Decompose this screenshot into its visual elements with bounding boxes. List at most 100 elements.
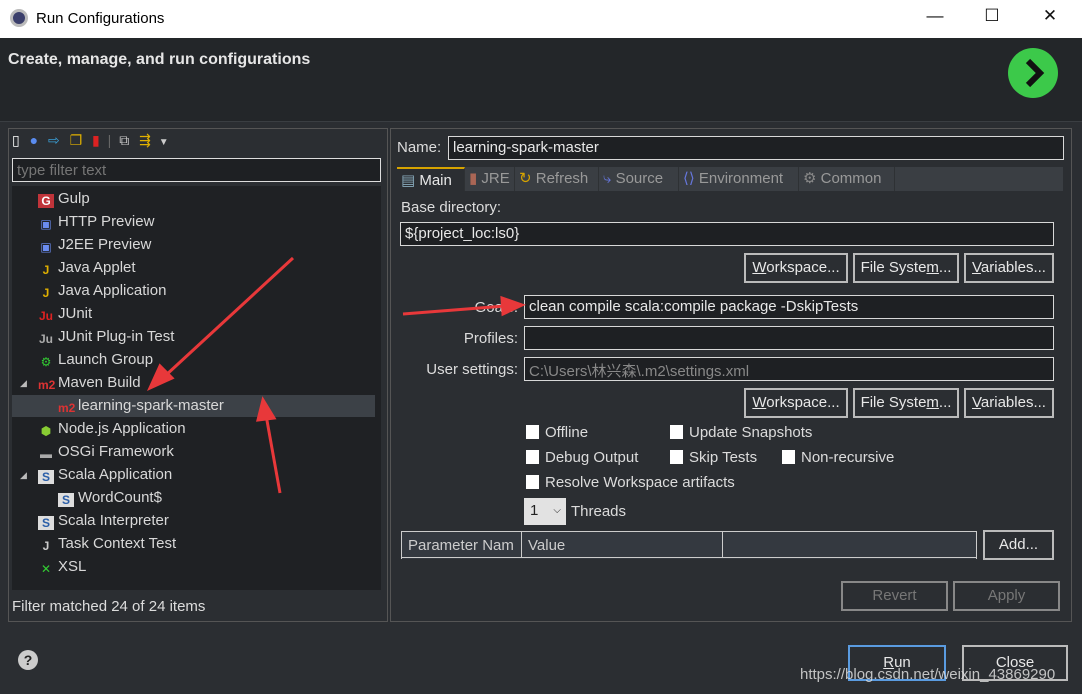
tree-item[interactable]: m2 learning-spark-master — [12, 395, 375, 417]
tab-common[interactable]: ⚙ Common — [799, 167, 895, 191]
offline-checkbox[interactable]: Offline — [526, 424, 588, 442]
minimize-button[interactable]: — — [915, 6, 955, 32]
common-tab-icon: ⚙ — [803, 170, 821, 187]
tab-jre[interactable]: ▮ JRE — [465, 167, 515, 191]
new-prototype-icon[interactable]: ● — [30, 132, 38, 148]
filesystem-button-1[interactable]: File System... — [853, 253, 959, 283]
xsl-icon: ✕ — [40, 562, 52, 576]
tree-item[interactable]: ⚙ Launch Group — [38, 349, 153, 371]
tree-item[interactable]: S Scala Interpreter — [38, 510, 169, 532]
apply-button[interactable]: Apply — [953, 581, 1060, 611]
tree-item-label: OSGi Framework — [58, 443, 174, 460]
export-icon[interactable]: ⇨ — [48, 132, 60, 148]
tab-source[interactable]: ⤷ Source — [599, 167, 679, 191]
parameters-table[interactable]: Parameter Nam Value — [401, 531, 977, 559]
main-tab-icon: ▤ — [401, 172, 420, 189]
tree-item[interactable]: S WordCount$ — [58, 487, 162, 509]
tree-item-label: Scala Interpreter — [58, 512, 169, 529]
user-settings-input[interactable]: C:\Users\林兴森\.m2\settings.xml — [524, 357, 1054, 381]
tree-item-label: XSL — [58, 558, 87, 575]
goals-input[interactable]: clean compile scala:compile package -Dsk… — [524, 295, 1054, 319]
tree-item-label: Task Context Test — [58, 535, 177, 552]
tree-item-label: learning-spark-master — [78, 397, 224, 414]
collapse-all-icon[interactable]: ⧉ — [119, 132, 129, 148]
tree-item[interactable]: ▣ HTTP Preview — [38, 211, 154, 233]
add-button[interactable]: Add... — [983, 530, 1054, 560]
dropdown-icon[interactable]: ▼ — [159, 137, 169, 148]
tree-item[interactable]: ▬ OSGi Framework — [38, 441, 174, 463]
tree-item-label: Launch Group — [58, 351, 154, 368]
tree-item[interactable]: J Java Application — [38, 280, 167, 302]
non-recursive-checkbox[interactable]: Non-recursive — [782, 449, 894, 467]
gulp-icon: G — [38, 194, 54, 208]
tree-item-label: Node.js Application — [58, 420, 186, 437]
base-dir-label: Base directory: — [401, 199, 502, 216]
profiles-input[interactable] — [524, 326, 1054, 350]
update-snapshots-checkbox[interactable]: Update Snapshots — [670, 424, 812, 442]
base-dir-input[interactable]: ${project_loc:ls0} — [400, 222, 1054, 246]
resolve-workspace-checkbox[interactable]: Resolve Workspace artifacts — [526, 474, 735, 492]
tree-item-label: WordCount$ — [78, 489, 162, 506]
preview-icon: ▣ — [40, 217, 52, 231]
filter-icon[interactable]: ⇶ — [139, 132, 151, 148]
tree-item[interactable]: Ju JUnit Plug-in Test — [38, 326, 174, 348]
expand-toggle-icon[interactable]: ◢ — [20, 470, 27, 481]
debug-output-checkbox[interactable]: Debug Output — [526, 449, 638, 467]
tree-item[interactable]: ⬢ Node.js Application — [38, 418, 186, 440]
tree-toolbar: ▯ ● ⇨ ❐ ▮ | ⧉ ⇶ ▼ — [12, 132, 169, 148]
profiles-label: Profiles: — [463, 330, 518, 347]
skip-tests-checkbox[interactable]: Skip Tests — [670, 449, 757, 467]
scala-icon: S — [38, 470, 54, 484]
tree-item-label: Java Application — [58, 282, 167, 299]
tab-environment[interactable]: ⟨⟩ Environment — [679, 167, 799, 191]
jre-tab-icon: ▮ — [469, 170, 482, 187]
goals-label: Goals: — [474, 299, 518, 316]
threads-label: Threads — [571, 503, 627, 520]
column-header-parameter[interactable]: Parameter Nam — [402, 532, 522, 558]
config-tree[interactable]: G Gulp ▣ HTTP Preview ▣ J2EE Preview J Java App… — [12, 186, 381, 590]
tree-item-label: Scala Application — [58, 466, 173, 483]
tree-item-label: J2EE Preview — [58, 236, 152, 253]
tab-main[interactable]: ▤ Main — [397, 167, 465, 191]
tree-item-label: Gulp — [58, 190, 90, 207]
chevron-down-icon: ⌵ — [553, 505, 561, 516]
junit-plugin-icon: Ju — [38, 332, 53, 346]
eclipse-icon — [10, 9, 28, 27]
nodejs-icon: ⬢ — [40, 424, 52, 438]
tree-item[interactable]: Ju JUnit — [38, 303, 92, 325]
filter-input[interactable] — [12, 158, 381, 182]
tree-item-label: JUnit — [58, 305, 93, 322]
tree-item[interactable]: ▣ J2EE Preview — [38, 234, 151, 256]
watermark: https://blog.csdn.net/weixin_43869290 — [800, 666, 1056, 683]
workspace-button-1[interactable]: Workspace... — [744, 253, 848, 283]
close-window-button[interactable]: ✕ — [1030, 6, 1070, 32]
tab-refresh[interactable]: ↻ Refresh — [515, 167, 599, 191]
new-launch-config-icon[interactable]: ▯ — [12, 132, 20, 148]
tree-item[interactable]: J Java Applet — [38, 257, 136, 279]
workspace-button-2[interactable]: Workspace... — [744, 388, 848, 418]
variables-button-2[interactable]: Variables... — [964, 388, 1054, 418]
tree-item[interactable]: ✕ XSL — [38, 556, 86, 578]
name-input[interactable]: learning-spark-master — [448, 136, 1064, 160]
dialog-header: Create, manage, and run configurations — [0, 38, 1082, 122]
duplicate-icon[interactable]: ❐ — [70, 132, 83, 148]
tree-item[interactable]: S Scala Application — [38, 464, 172, 486]
tree-item[interactable]: G Gulp — [38, 188, 90, 210]
tree-item[interactable]: J Task Context Test — [38, 533, 176, 555]
help-icon[interactable]: ? — [18, 650, 38, 670]
expand-toggle-icon[interactable]: ◢ — [20, 378, 27, 389]
tree-item[interactable]: m2 Maven Build — [38, 372, 141, 394]
column-header-value[interactable]: Value — [522, 532, 723, 558]
tab-bar: ▤ Main ▮ JRE ↻ Refresh ⤷ Source ⟨⟩ Environme… — [397, 167, 1063, 191]
revert-button[interactable]: Revert — [841, 581, 948, 611]
filesystem-button-2[interactable]: File System... — [853, 388, 959, 418]
threads-select[interactable]: 1 ⌵ — [524, 498, 566, 525]
source-tab-icon: ⤷ — [603, 170, 616, 187]
delete-icon[interactable]: ▮ — [92, 132, 100, 148]
variables-button-1[interactable]: Variables... — [964, 253, 1054, 283]
maximize-button[interactable]: ☐ — [972, 6, 1012, 32]
tree-item-label: JUnit Plug-in Test — [58, 328, 175, 345]
tree-item-label: Java Applet — [58, 259, 136, 276]
tree-item-label: Maven Build — [58, 374, 141, 391]
preview-icon: ▣ — [40, 240, 52, 254]
